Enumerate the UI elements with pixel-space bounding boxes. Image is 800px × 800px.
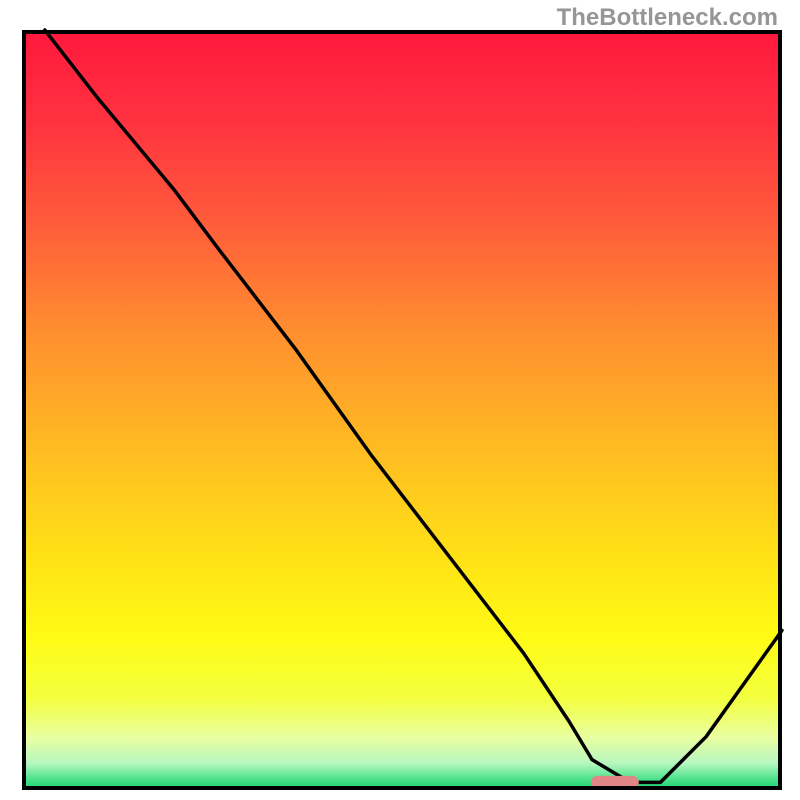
watermark-text: TheBottleneck.com xyxy=(557,4,778,32)
chart-svg xyxy=(0,0,800,800)
chart-container: TheBottleneck.com xyxy=(0,0,800,800)
